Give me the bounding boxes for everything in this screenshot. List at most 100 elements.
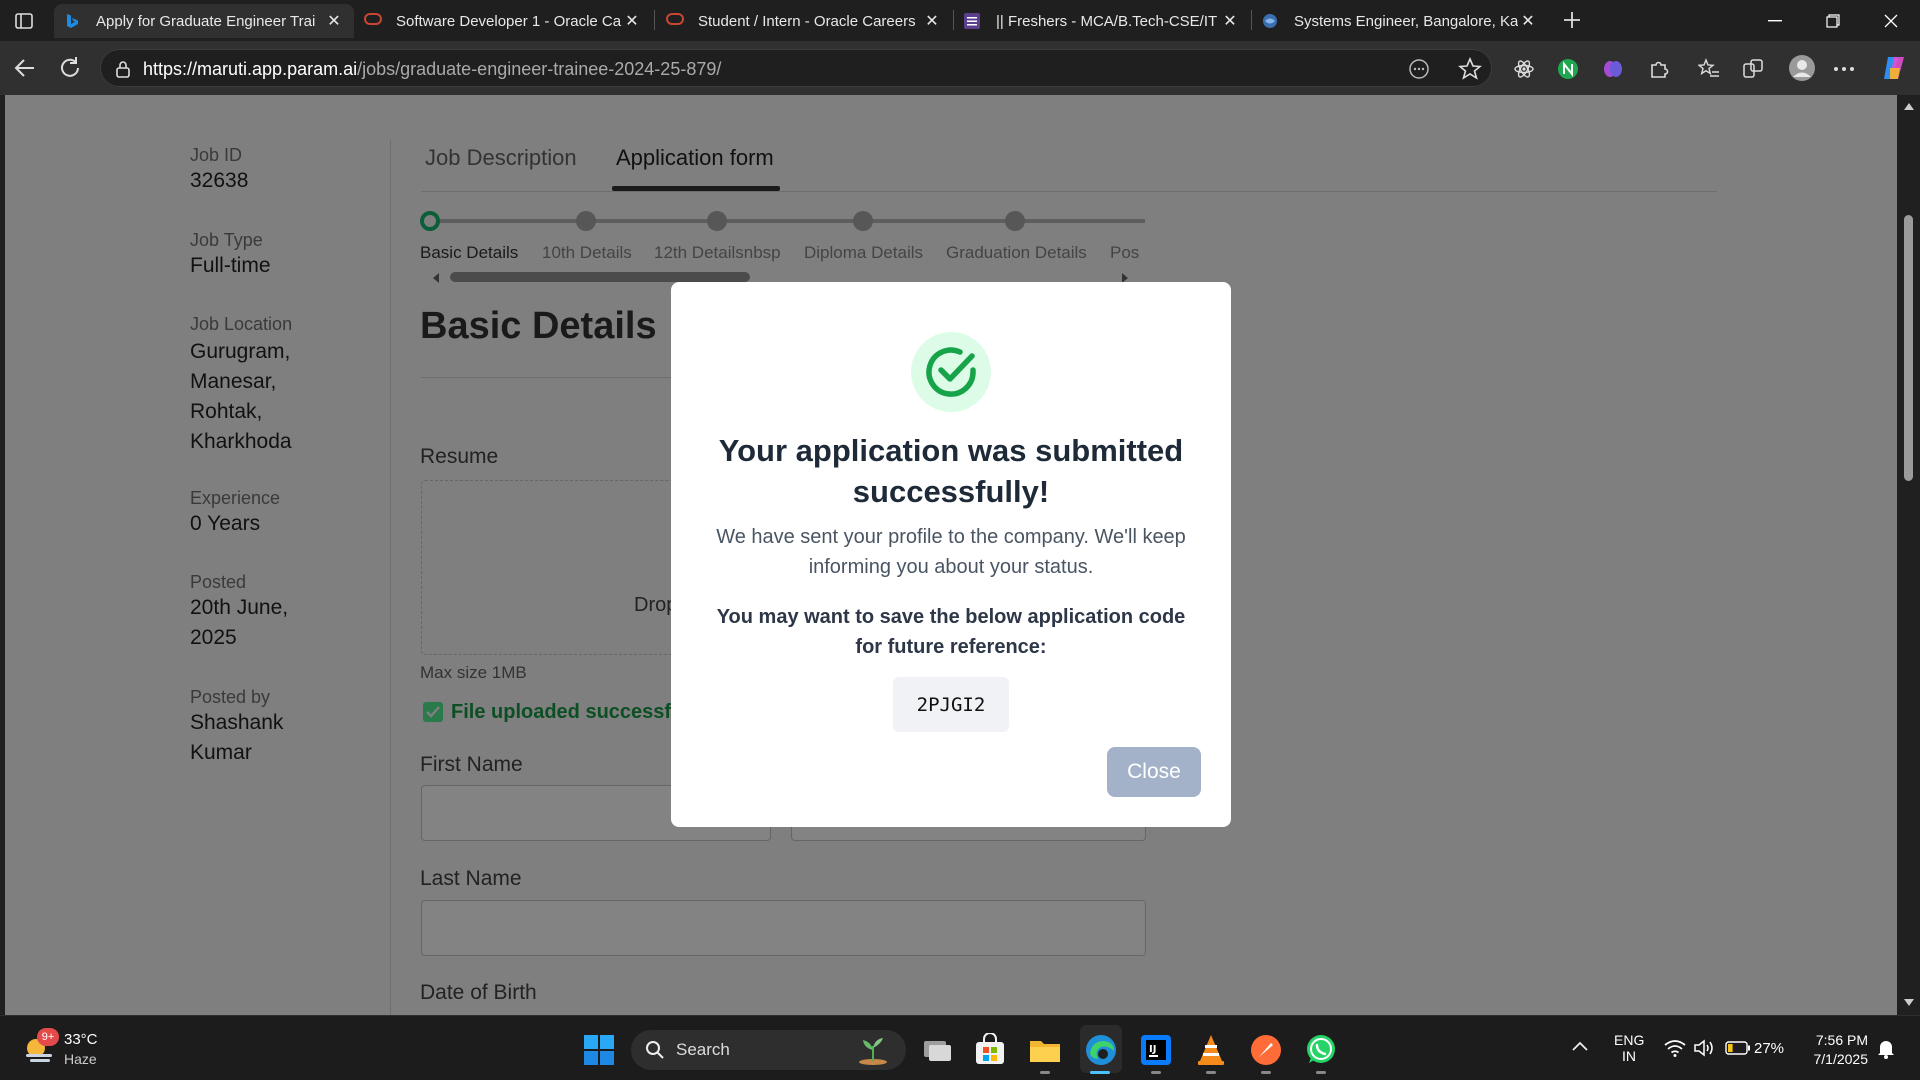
step-dot-graduation[interactable] (1005, 211, 1025, 231)
clock[interactable]: 7:56 PM 7/1/2025 (1804, 1031, 1869, 1069)
active-tab-underline (612, 186, 780, 191)
dob-label: Date of Birth (420, 981, 537, 1004)
posted-value: 20th June, 2025 (190, 596, 289, 649)
max-size-note: Max size 1MB (420, 663, 527, 682)
bing-favicon-icon (64, 13, 80, 29)
wifi-icon[interactable] (1664, 1039, 1686, 1057)
profile-avatar-icon[interactable] (1787, 53, 1817, 83)
first-name-label: First Name (420, 753, 523, 776)
upload-status-text: File uploaded successfu (451, 701, 684, 723)
step-label-10th[interactable]: 10th Details (542, 243, 632, 263)
whatsapp-icon[interactable] (1304, 1033, 1338, 1067)
taskbar-search[interactable]: Search (631, 1030, 906, 1070)
modal-title: Your application was submitted successfu… (718, 433, 1184, 509)
list-favicon-icon (964, 13, 980, 29)
browser-tab-apply[interactable]: Apply for Graduate Engineer Trai ✕ (54, 4, 354, 38)
brain-extension-icon[interactable] (1600, 56, 1626, 82)
scroll-up-arrow-icon[interactable] (1903, 102, 1915, 111)
page-scrollbar[interactable] (1897, 95, 1920, 1015)
extension-n-icon[interactable] (1555, 56, 1581, 82)
edge-browser-icon[interactable] (1084, 1033, 1118, 1067)
save-code-note: You may want to save the below applicati… (716, 606, 1186, 658)
scrollbar-thumb[interactable] (1904, 215, 1913, 481)
volume-icon[interactable] (1693, 1038, 1715, 1058)
back-arrow-icon[interactable] (12, 55, 38, 81)
step-label-post[interactable]: Pos (1110, 243, 1140, 263)
close-icon[interactable]: ✕ (1518, 11, 1538, 31)
running-indicator (1316, 1071, 1326, 1074)
running-indicator (1261, 1071, 1271, 1074)
close-icon[interactable]: ✕ (324, 11, 344, 31)
weather-badge: 9+ (37, 1028, 59, 1046)
step-label-basic[interactable]: Basic Details (420, 243, 518, 263)
url-text: https://maruti.app.param.ai/jobs/graduat… (143, 59, 722, 79)
scroll-down-arrow-icon[interactable] (1903, 998, 1915, 1007)
file-explorer-icon[interactable] (1028, 1033, 1062, 1067)
step-dot-12th[interactable] (707, 211, 727, 231)
intellij-idea-icon[interactable]: IJ (1139, 1033, 1173, 1067)
postman-icon[interactable] (1249, 1033, 1283, 1067)
step-dot-diploma[interactable] (853, 211, 873, 231)
close-icon[interactable]: ✕ (922, 11, 942, 31)
close-icon[interactable]: ✕ (1220, 11, 1240, 31)
more-menu-icon[interactable] (1831, 56, 1857, 82)
react-devtools-icon[interactable] (1511, 56, 1537, 82)
svg-text:IJ: IJ (1149, 1044, 1156, 1055)
tab-title: Apply for Graduate Engineer Trai (96, 12, 316, 30)
chevron-up-icon[interactable] (1572, 1041, 1588, 1051)
weather-desc[interactable]: Haze (64, 1051, 97, 1067)
step-label-diploma[interactable]: Diploma Details (804, 243, 923, 263)
success-check-icon (911, 332, 991, 412)
last-name-input[interactable] (421, 900, 1146, 956)
last-name-label: Last Name (420, 867, 522, 890)
search-icon (646, 1041, 664, 1059)
favorite-star-icon[interactable] (1458, 57, 1482, 81)
new-tab-plus-icon[interactable] (1560, 8, 1584, 32)
browser-tab-freshers[interactable]: || Freshers - MCA/B.Tech-CSE/IT || ✕ (954, 4, 1250, 38)
copilot-icon[interactable] (1878, 53, 1910, 83)
step-label-graduation[interactable]: Graduation Details (946, 243, 1087, 263)
experience-label: Experience (190, 488, 281, 508)
address-bar[interactable]: https://maruti.app.param.ai/jobs/graduat… (100, 49, 1492, 87)
posted-label: Posted (190, 572, 247, 592)
application-code: 2PJGI2 (893, 677, 1009, 732)
collections-icon[interactable] (1740, 56, 1766, 82)
lock-icon[interactable] (115, 60, 131, 78)
favorites-list-icon[interactable] (1696, 56, 1722, 82)
windows-start-icon[interactable] (584, 1035, 614, 1065)
oracle-favicon-icon (666, 13, 684, 29)
tab-job-description[interactable]: Job Description (425, 145, 577, 171)
scroll-left-arrow-icon[interactable] (431, 272, 441, 284)
notification-bell-icon[interactable] (1876, 1038, 1896, 1060)
stepper-scroll-thumb[interactable] (450, 272, 750, 282)
step-dot-10th[interactable] (576, 211, 596, 231)
tab-application-form[interactable]: Application form (616, 145, 774, 171)
close-button[interactable]: Close (1107, 747, 1201, 797)
task-view-icon[interactable] (920, 1033, 954, 1067)
battery-icon[interactable] (1725, 1041, 1751, 1055)
tab-title: Software Developer 1 - Oracle Ca (396, 12, 622, 30)
microsoft-store-icon[interactable] (973, 1033, 1007, 1067)
minimize-icon[interactable] (1746, 0, 1804, 41)
restore-icon[interactable] (1804, 0, 1862, 41)
browser-tab-oracle-sd[interactable]: Software Developer 1 - Oracle Ca ✕ (354, 4, 652, 38)
close-icon[interactable]: ✕ (622, 11, 642, 31)
browser-tab-systems-engineer[interactable]: Systems Engineer, Bangalore, Kar ✕ (1252, 4, 1548, 38)
browser-tab-oracle-intern[interactable]: Student / Intern - Oracle Careers ✕ (656, 4, 952, 38)
language-indicator[interactable]: ENG IN (1614, 1032, 1644, 1064)
tab-actions-icon[interactable] (14, 11, 34, 31)
reader-mode-icon[interactable] (1408, 58, 1430, 80)
vlc-player-icon[interactable] (1194, 1033, 1228, 1067)
weather-temp[interactable]: 33°C (64, 1031, 98, 1048)
stepper-track (430, 219, 1145, 223)
running-indicator (1151, 1071, 1161, 1074)
extensions-puzzle-icon[interactable] (1646, 56, 1672, 82)
success-modal: Your application was submitted successfu… (671, 282, 1231, 827)
experience-value: 0 Years (190, 512, 261, 535)
step-label-12th[interactable]: 12th Detailsnbsp (654, 243, 781, 263)
refresh-icon[interactable] (57, 55, 83, 81)
window-close-icon[interactable] (1862, 0, 1920, 41)
posted-by-value: Shashank Kumar (190, 711, 284, 764)
step-dot-basic[interactable] (420, 211, 440, 231)
sidebar-divider (390, 140, 391, 1015)
